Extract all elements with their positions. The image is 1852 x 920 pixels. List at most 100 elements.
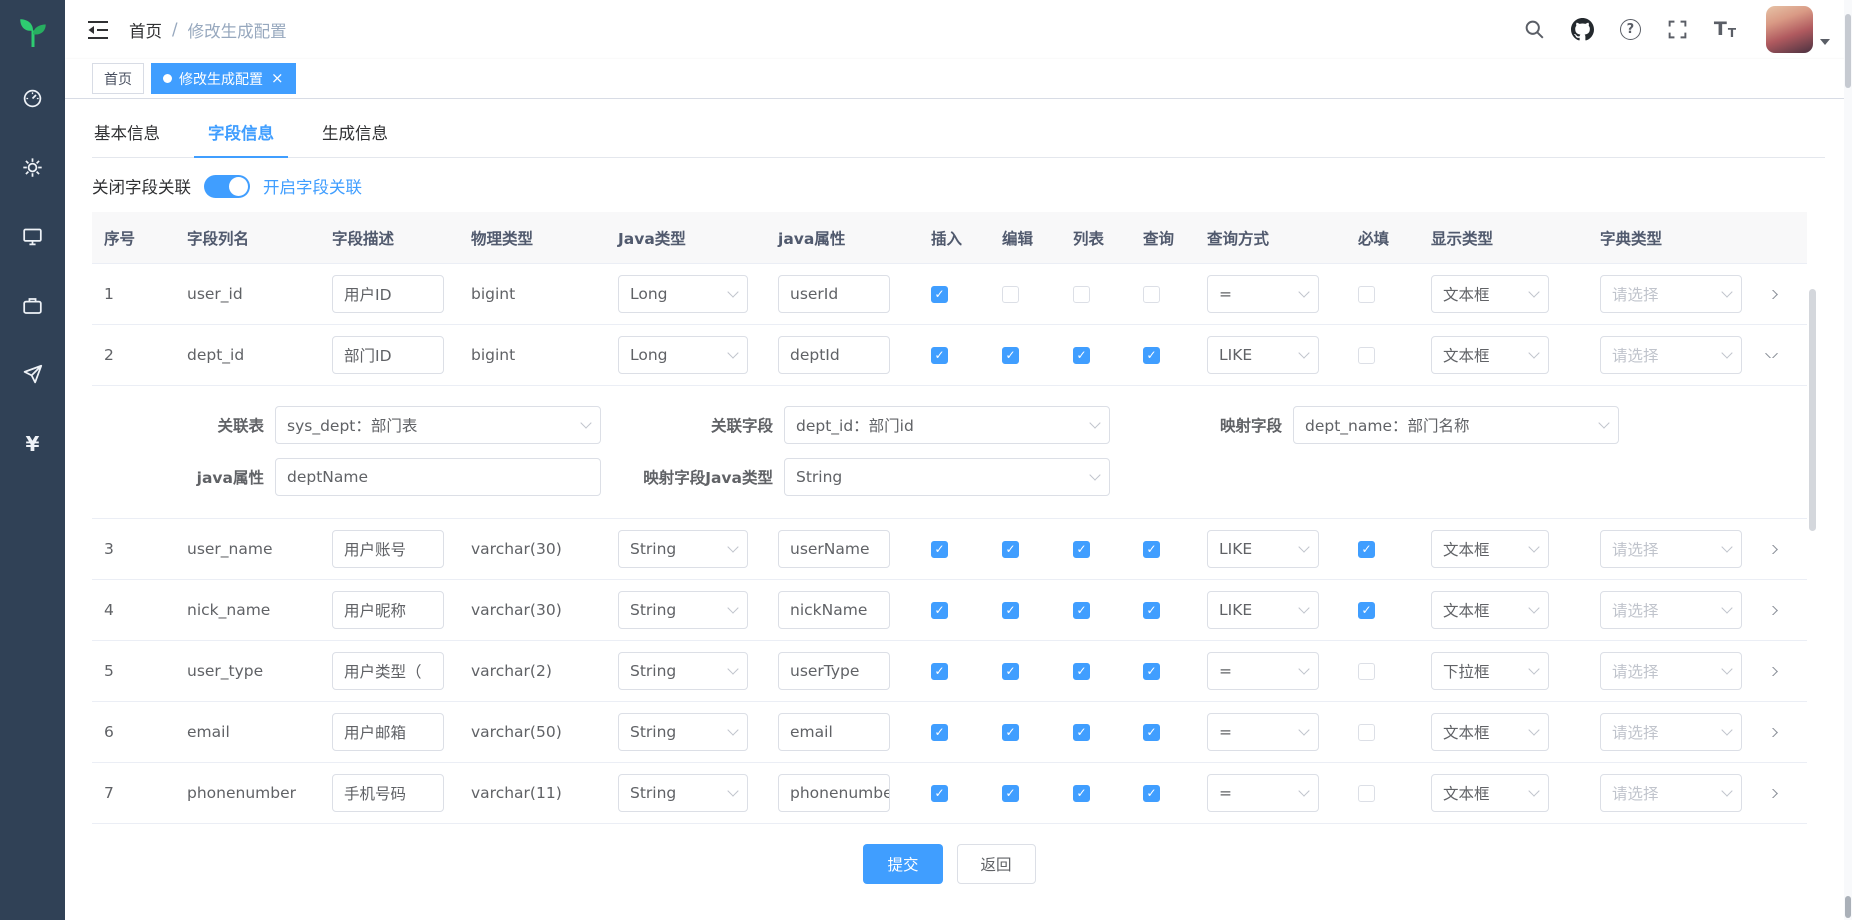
field-description-input[interactable]: 用户ID — [332, 275, 444, 313]
expand-row-icon[interactable] — [1765, 545, 1778, 554]
required-checkbox[interactable] — [1358, 286, 1375, 303]
edit-checkbox[interactable]: ✓ — [1002, 724, 1019, 741]
field-description-input[interactable]: 用户类型（ — [332, 652, 444, 690]
expand-row-icon[interactable] — [1765, 728, 1778, 737]
display-type-select[interactable]: 文本框 — [1431, 713, 1549, 751]
fullscreen-button[interactable] — [1667, 19, 1688, 40]
close-tag-icon[interactable]: × — [271, 71, 284, 86]
back-button[interactable]: 返回 — [957, 844, 1036, 884]
page-scrollbar-thumb-bottom[interactable] — [1845, 896, 1851, 918]
mapping-field-select[interactable]: dept_name：部门名称 — [1293, 406, 1619, 444]
java-type-select[interactable]: Long — [618, 275, 748, 313]
required-checkbox[interactable]: ✓ — [1358, 541, 1375, 558]
sidebar-item-monitor[interactable] — [0, 202, 65, 271]
list-checkbox[interactable] — [1073, 286, 1090, 303]
insert-checkbox[interactable]: ✓ — [931, 663, 948, 680]
dict-type-select[interactable]: 请选择 — [1600, 336, 1742, 374]
java-type-select[interactable]: Long — [618, 336, 748, 374]
display-type-select[interactable]: 文本框 — [1431, 275, 1549, 313]
tag-home[interactable]: 首页 — [92, 63, 144, 94]
query-checkbox[interactable] — [1143, 286, 1160, 303]
expand-row-icon[interactable] — [1765, 606, 1778, 615]
insert-checkbox[interactable]: ✓ — [931, 785, 948, 802]
expand-row-icon[interactable] — [1765, 290, 1778, 299]
display-type-select[interactable]: 文本框 — [1431, 336, 1549, 374]
query-checkbox[interactable]: ✓ — [1143, 541, 1160, 558]
insert-checkbox[interactable]: ✓ — [931, 724, 948, 741]
relation-on-label[interactable]: 开启字段关联 — [263, 174, 362, 198]
java-type-select[interactable]: String — [618, 530, 748, 568]
required-checkbox[interactable] — [1358, 663, 1375, 680]
relation-table-select[interactable]: sys_dept：部门表 — [275, 406, 601, 444]
insert-checkbox[interactable]: ✓ — [931, 602, 948, 619]
query-method-select[interactable]: LIKE — [1207, 530, 1319, 568]
breadcrumb-home[interactable]: 首页 — [129, 18, 162, 42]
font-size-button[interactable]: TT — [1714, 20, 1736, 39]
app-logo[interactable] — [15, 0, 51, 64]
relation-java-attribute-input[interactable]: deptName — [275, 458, 601, 496]
user-menu[interactable] — [1766, 6, 1830, 53]
dict-type-select[interactable]: 请选择 — [1600, 530, 1742, 568]
tab-basic-info[interactable]: 基本信息 — [92, 111, 184, 157]
query-method-select[interactable]: = — [1207, 275, 1319, 313]
query-method-select[interactable]: LIKE — [1207, 336, 1319, 374]
expand-row-icon[interactable] — [1765, 667, 1778, 676]
display-type-select[interactable]: 文本框 — [1431, 591, 1549, 629]
edit-checkbox[interactable] — [1002, 286, 1019, 303]
query-method-select[interactable]: = — [1207, 652, 1319, 690]
required-checkbox[interactable] — [1358, 347, 1375, 364]
list-checkbox[interactable]: ✓ — [1073, 602, 1090, 619]
edit-checkbox[interactable]: ✓ — [1002, 785, 1019, 802]
field-description-input[interactable]: 用户昵称 — [332, 591, 444, 629]
query-checkbox[interactable]: ✓ — [1143, 724, 1160, 741]
query-checkbox[interactable]: ✓ — [1143, 347, 1160, 364]
list-checkbox[interactable]: ✓ — [1073, 347, 1090, 364]
required-checkbox[interactable] — [1358, 724, 1375, 741]
avatar[interactable] — [1766, 6, 1813, 53]
field-relation-switch[interactable] — [204, 175, 250, 198]
edit-checkbox[interactable]: ✓ — [1002, 663, 1019, 680]
java-attribute-input[interactable]: deptId — [778, 336, 890, 374]
page-scrollbar-thumb[interactable] — [1845, 14, 1851, 88]
list-checkbox[interactable]: ✓ — [1073, 541, 1090, 558]
display-type-select[interactable]: 文本框 — [1431, 530, 1549, 568]
java-type-select[interactable]: String — [618, 713, 748, 751]
dict-type-select[interactable]: 请选择 — [1600, 275, 1742, 313]
query-method-select[interactable]: = — [1207, 713, 1319, 751]
dict-type-select[interactable]: 请选择 — [1600, 652, 1742, 690]
tag-active-page[interactable]: 修改生成配置 × — [151, 63, 296, 94]
display-type-select[interactable]: 文本框 — [1431, 774, 1549, 812]
expand-row-icon[interactable] — [1765, 789, 1778, 798]
dict-type-select[interactable]: 请选择 — [1600, 713, 1742, 751]
dict-type-select[interactable]: 请选择 — [1600, 774, 1742, 812]
query-checkbox[interactable]: ✓ — [1143, 785, 1160, 802]
sidebar-item-dashboard[interactable] — [0, 64, 65, 133]
page-scrollbar[interactable] — [1844, 0, 1852, 920]
insert-checkbox[interactable]: ✓ — [931, 347, 948, 364]
list-checkbox[interactable]: ✓ — [1073, 785, 1090, 802]
query-method-select[interactable]: = — [1207, 774, 1319, 812]
java-attribute-input[interactable]: phonenumber — [778, 774, 890, 812]
java-attribute-input[interactable]: email — [778, 713, 890, 751]
submit-button[interactable]: 提交 — [863, 844, 942, 884]
query-method-select[interactable]: LIKE — [1207, 591, 1319, 629]
field-description-input[interactable]: 用户账号 — [332, 530, 444, 568]
java-attribute-input[interactable]: userId — [778, 275, 890, 313]
query-checkbox[interactable]: ✓ — [1143, 602, 1160, 619]
insert-checkbox[interactable]: ✓ — [931, 286, 948, 303]
edit-checkbox[interactable]: ✓ — [1002, 541, 1019, 558]
sidebar-item-pay[interactable]: ¥ — [0, 409, 65, 478]
java-attribute-input[interactable]: userType — [778, 652, 890, 690]
display-type-select[interactable]: 下拉框 — [1431, 652, 1549, 690]
search-button[interactable] — [1524, 19, 1545, 40]
list-checkbox[interactable]: ✓ — [1073, 724, 1090, 741]
mapping-java-type-select[interactable]: String — [784, 458, 1110, 496]
sidebar-item-tool[interactable] — [0, 271, 65, 340]
required-checkbox[interactable] — [1358, 785, 1375, 802]
github-button[interactable] — [1571, 18, 1594, 41]
sidebar-item-guide[interactable] — [0, 340, 65, 409]
java-type-select[interactable]: String — [618, 774, 748, 812]
field-description-input[interactable]: 部门ID — [332, 336, 444, 374]
collapse-row-icon[interactable] — [1765, 353, 1778, 358]
edit-checkbox[interactable]: ✓ — [1002, 602, 1019, 619]
